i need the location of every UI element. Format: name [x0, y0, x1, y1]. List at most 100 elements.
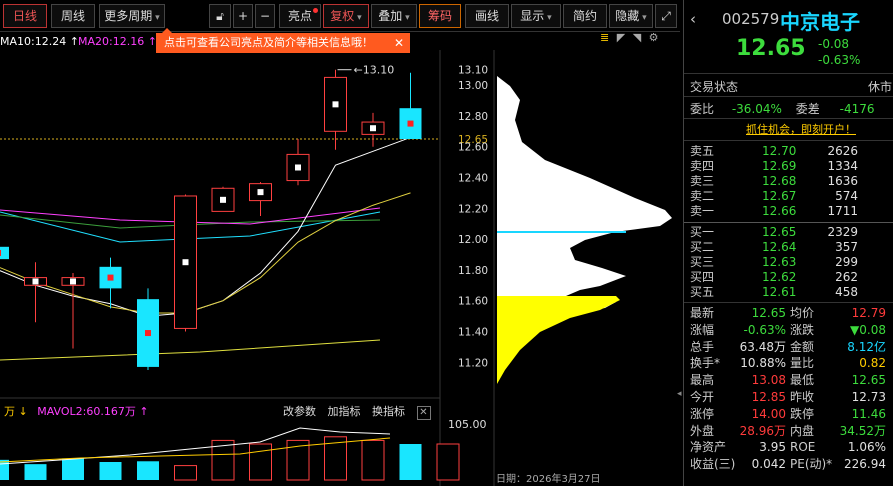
- lock-icon[interactable]: 🔓︎: [209, 4, 231, 28]
- volume-bar: [399, 444, 422, 480]
- stat-value: 0.82: [859, 356, 886, 371]
- stat-label: 总手: [690, 339, 715, 354]
- ma-white-line: [0, 136, 411, 317]
- ask-price: 12.68: [762, 174, 797, 188]
- stat-item: 涨跌 ▼0.08: [790, 322, 890, 338]
- display-dropdown[interactable]: 显示: [511, 4, 561, 28]
- chip-flag-icon[interactable]: ◤: [617, 31, 625, 44]
- stat-label: 最新: [690, 306, 715, 320]
- ma-yellow-line: [0, 192, 411, 314]
- price-axis-label: 12.80: [458, 111, 488, 123]
- overlay-dropdown[interactable]: 叠加: [371, 4, 417, 28]
- zoom-in-icon[interactable]: +: [233, 4, 253, 28]
- ratio-label: 委比: [690, 102, 715, 116]
- candle-marker: [370, 125, 376, 132]
- stat-value: 12.85: [751, 390, 786, 404]
- volume-bar: [0, 459, 9, 480]
- ask-row: 卖四 12.69 1334: [690, 159, 890, 173]
- draw-line-button[interactable]: 画线: [465, 4, 509, 28]
- stat-item: 收益(三) 0.042: [690, 456, 790, 472]
- candle-marker: [107, 274, 114, 281]
- price-axis-label: 13.10: [458, 65, 488, 77]
- stat-item: ROE 1.06%: [790, 439, 890, 455]
- hide-dropdown[interactable]: 隐藏: [609, 4, 653, 28]
- bid-row: 买二 12.64 357: [690, 240, 890, 254]
- stat-item: 净资产 3.95: [690, 439, 790, 455]
- stat-label: 今开: [690, 390, 715, 404]
- current-price: 12.65: [736, 36, 806, 61]
- bid-name: 买四: [690, 270, 715, 284]
- stat-item: 涨幅 -0.63%: [690, 322, 790, 338]
- volume-bar: [137, 461, 159, 480]
- back-icon[interactable]: ‹: [690, 10, 696, 28]
- stat-item: 今开 12.85: [690, 389, 790, 405]
- date-label: 日期：2026年3月27日: [496, 474, 601, 485]
- candles: ←13.10: [0, 64, 422, 370]
- divider: [684, 302, 893, 303]
- list-icon[interactable]: ≣: [600, 31, 609, 44]
- stat-value: 63.48万: [739, 339, 786, 354]
- stat-value: 11.46: [851, 406, 886, 421]
- stat-item: 量比 0.82: [790, 355, 890, 371]
- stat-label: 外盘: [690, 423, 715, 438]
- stat-value: 10.88%: [740, 356, 786, 371]
- stat-label: 内盘: [790, 423, 815, 438]
- highlights-button[interactable]: 亮点: [279, 4, 321, 28]
- stock-code: 002579: [722, 10, 780, 28]
- rights-dropdown[interactable]: 复权: [323, 4, 369, 28]
- ratio-value: -36.04%: [731, 102, 782, 116]
- ask-row: 卖二 12.67 574: [690, 189, 890, 203]
- price-axis-label: 11.40: [458, 327, 488, 339]
- candle-marker: [295, 164, 301, 171]
- divider: [684, 118, 893, 119]
- stat-label: 昨收: [790, 390, 815, 404]
- chip-flag2-icon[interactable]: ◥: [633, 31, 641, 44]
- volume-bar: [62, 458, 84, 480]
- tab-daily[interactable]: 日线: [3, 4, 47, 28]
- volume-bar: [99, 462, 122, 480]
- candle-marker: [407, 120, 414, 127]
- zoom-out-icon[interactable]: −: [255, 4, 275, 28]
- stat-value: 226.94: [844, 457, 886, 472]
- chips-button[interactable]: 筹码: [419, 4, 461, 28]
- chip-distribution-yellow: [497, 296, 620, 384]
- mavol2-label: MAVOL2:60.167万 ↑: [37, 405, 149, 418]
- volume-actions: 改参数 加指标 换指标 ✕: [283, 403, 439, 421]
- ask-price: 12.69: [762, 159, 797, 173]
- vol-label: 万 ↓: [4, 405, 28, 418]
- price-axis: 13.1013.0012.8012.6512.6012.4012.2012.00…: [458, 65, 488, 370]
- stat-item: 涨停 14.00: [690, 406, 790, 422]
- bid-row: 买五 12.61 458: [690, 285, 890, 299]
- ratio-row: 委比 -36.04% 委差 -4176: [690, 100, 874, 117]
- price-axis-label: 11.60: [458, 296, 488, 308]
- volume-close-icon[interactable]: ✕: [416, 406, 431, 420]
- open-account-link[interactable]: 抓住机会，即刻开户！: [746, 121, 856, 137]
- add-indicator-button[interactable]: 加指标: [328, 405, 361, 418]
- ask-name: 卖三: [690, 174, 715, 188]
- divider: [684, 140, 893, 141]
- stat-value: 34.52万: [839, 423, 886, 438]
- more-periods-dropdown[interactable]: 更多周期: [99, 4, 165, 28]
- stat-value: 0.042: [751, 457, 786, 472]
- switch-indicator-button[interactable]: 换指标: [372, 405, 405, 418]
- stat-item: 跌停 11.46: [790, 406, 890, 422]
- fullscreen-icon[interactable]: ⤢: [655, 4, 677, 28]
- bid-price: 12.62: [762, 270, 797, 284]
- bid-vol: 262: [835, 270, 858, 284]
- candle-marker: [32, 278, 39, 285]
- price-axis-label: 13.00: [458, 80, 488, 92]
- notification-dot: [313, 8, 318, 13]
- simplified-button[interactable]: 简约: [563, 4, 607, 28]
- price-axis-label: 12.20: [458, 203, 488, 215]
- volume-bar: [436, 443, 460, 481]
- stat-label: 均价: [790, 306, 815, 320]
- stock-name: 中京电子: [780, 10, 860, 34]
- tab-weekly[interactable]: 周线: [51, 4, 95, 28]
- volume-header: 万 ↓ MAVOL2:60.167万 ↑: [0, 403, 149, 421]
- settings-icon[interactable]: ⚙: [649, 31, 659, 44]
- edit-params-button[interactable]: 改参数: [283, 405, 316, 418]
- volume-bar: [249, 443, 272, 481]
- stat-value: -0.63%: [743, 322, 786, 337]
- candle-body: [0, 246, 9, 260]
- status-value: 休市: [868, 80, 893, 94]
